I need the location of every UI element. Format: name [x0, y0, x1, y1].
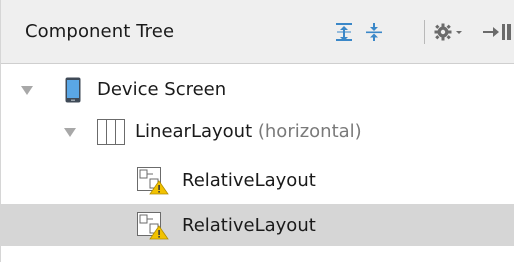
- relative-layout-icon: [137, 212, 169, 240]
- tree-row-relative-layout[interactable]: RelativeLayout: [1, 160, 514, 200]
- tree-node-label: RelativeLayout: [182, 170, 316, 191]
- component-tree-panel: Component Tree Device Screen LinearLayou…: [0, 0, 514, 262]
- tree-node-label: Device Screen: [97, 79, 227, 100]
- gear-icon[interactable]: [433, 22, 467, 42]
- collapse-all-icon[interactable]: [364, 22, 384, 42]
- phone-icon: [65, 77, 81, 103]
- hide-panel-icon[interactable]: [481, 22, 511, 42]
- expand-arrow-icon[interactable]: [21, 86, 33, 95]
- tree-row-relative-layout-selected[interactable]: RelativeLayout: [1, 204, 514, 246]
- toolbar-separator: [424, 20, 425, 44]
- tree-node-label: LinearLayout (horizontal): [135, 121, 362, 142]
- expand-all-icon[interactable]: [334, 22, 354, 42]
- tree-node-hint: (horizontal): [257, 121, 362, 142]
- tree-node-label: RelativeLayout: [182, 215, 316, 236]
- panel-title: Component Tree: [25, 21, 175, 42]
- linear-layout-icon: [97, 119, 125, 145]
- expand-arrow-icon[interactable]: [64, 128, 76, 137]
- tree-row-linear-layout[interactable]: LinearLayout (horizontal): [1, 112, 514, 152]
- relative-layout-icon: [137, 167, 169, 195]
- tree-row-device-screen[interactable]: Device Screen: [1, 70, 514, 110]
- panel-header: Component Tree: [1, 0, 514, 64]
